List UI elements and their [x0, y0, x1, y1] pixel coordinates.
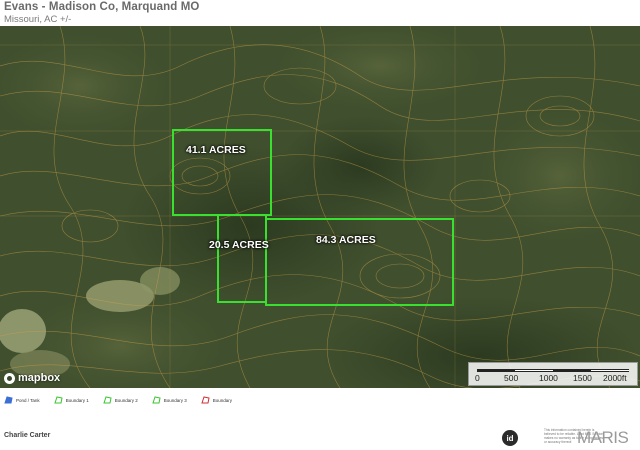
- legend-label: Boundary 2: [114, 397, 138, 403]
- parcel-label-20-5: 20.5 ACRES: [209, 239, 269, 251]
- legend-label: Boundary 3: [163, 397, 187, 403]
- legend-item-boundary-1: Boundary 1: [53, 396, 89, 404]
- map-view[interactable]: 41.1 ACRES 20.5 ACRES 84.3 ACRES mapbox …: [0, 26, 640, 388]
- legend-item-boundary: Boundary: [201, 396, 232, 404]
- scale-tick: 2000ft: [603, 373, 627, 383]
- mapbox-attribution: mapbox: [18, 372, 61, 384]
- satellite-map: [0, 26, 640, 388]
- mapbox-logo[interactable]: mapbox: [4, 372, 60, 384]
- mls-logo: MARIS: [577, 428, 629, 447]
- scale-tick: 500: [504, 373, 519, 383]
- legend-item-boundary-2: Boundary 2: [103, 396, 138, 404]
- legend-item-boundary-3: Boundary 3: [152, 396, 187, 404]
- scale-bar: 0 500 1000 1500 2000ft: [468, 362, 638, 386]
- scale-tick: 1000: [539, 373, 558, 383]
- legend-label: Boundary: [212, 397, 233, 403]
- legend-label: Boundary 1: [65, 397, 89, 403]
- pond-icon: [4, 396, 13, 404]
- id-logo: id: [502, 430, 518, 446]
- legend-label: Pond / Tank: [16, 397, 40, 403]
- map-legend: Pond / Tank Boundary 1 Boundary 2 Bounda…: [4, 396, 232, 404]
- scale-tick: 1500: [573, 373, 592, 383]
- scale-bar-graphic: [477, 369, 629, 372]
- agent-name: Charlie Carter: [4, 432, 51, 439]
- boundary-icon: [201, 396, 210, 404]
- boundary-icon: [53, 396, 63, 404]
- parcel-label-41-1: 41.1 ACRES: [186, 144, 246, 156]
- header: Evans - Madison Co, Marquand MO Missouri…: [4, 1, 199, 25]
- parcel-label-84-3: 84.3 ACRES: [316, 234, 376, 246]
- page-title: Evans - Madison Co, Marquand MO: [4, 1, 200, 13]
- scale-tick: 0: [475, 373, 480, 383]
- legend-item-pond: Pond / Tank: [4, 396, 40, 404]
- page-subtitle: Missouri, AC +/-: [4, 14, 72, 25]
- boundary-icon: [103, 396, 112, 404]
- mapbox-icon: [4, 372, 15, 384]
- boundary-icon: [152, 396, 161, 404]
